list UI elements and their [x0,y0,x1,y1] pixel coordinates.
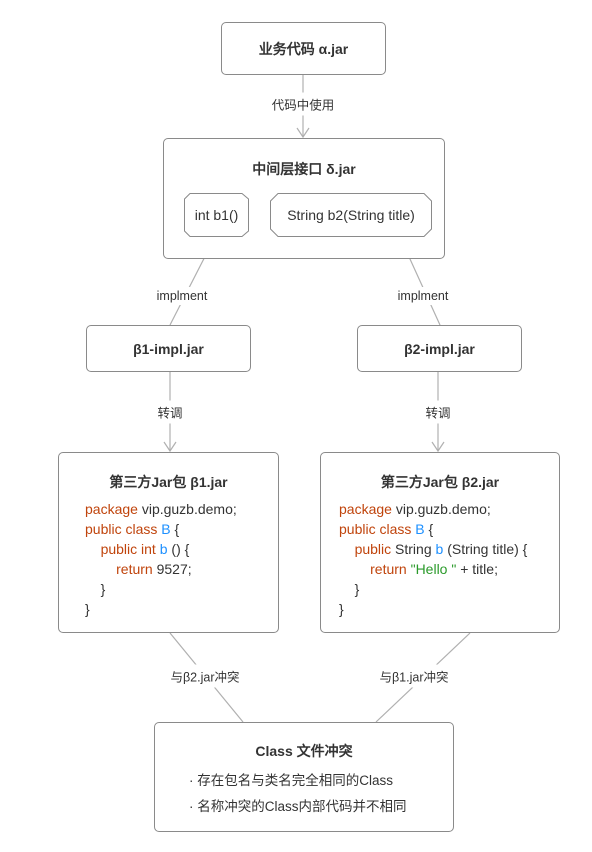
node-title: β2-impl.jar [404,340,475,357]
node-beta2: 第三方Jar包 β2.jar package vip.guzb.demo; pub… [320,452,560,633]
method-b1: int b1() [184,193,249,237]
edge-label-use: 代码中使用 [268,92,338,116]
node-delta: 中间层接口 δ.jar int b1() String b2(String ti… [163,138,445,259]
edge-label-call1: 转调 [154,400,186,424]
node-beta1-impl: β1-impl.jar [86,325,251,372]
diagram: 代码中使用 implment implment 转调 转调 与β2.jar冲突 … [0,0,592,852]
node-conflict: Class 文件冲突 · 存在包名与类名完全相同的Class · 名称冲突的Cl… [154,722,454,832]
edge-label-impl2: implment [394,287,452,305]
node-title: 业务代码 α.jar [258,40,349,57]
node-title: β1-impl.jar [133,340,204,357]
edge-label-call2: 转调 [422,400,454,424]
bullet: · 存在包名与类名完全相同的Class [189,773,394,788]
bullet: · 名称冲突的Class内部代码并不相同 [189,799,407,814]
code-block: package vip.guzb.demo; public class B { p… [339,501,528,617]
node-beta2-impl: β2-impl.jar [357,325,522,372]
node-title: 第三方Jar包 β1.jar [109,474,228,490]
node-title: Class 文件冲突 [255,743,353,759]
node-title: 第三方Jar包 β2.jar [380,474,500,490]
node-beta1: 第三方Jar包 β1.jar package vip.guzb.demo; pub… [58,452,279,633]
edge-label-conf1: 与β2.jar冲突 [167,664,243,688]
node-alpha: 业务代码 α.jar [221,22,386,75]
code-block: package vip.guzb.demo; public class B { p… [85,501,237,617]
node-title: 中间层接口 δ.jar [252,161,356,177]
method-b2: String b2(String title) [270,193,432,237]
edge-label-conf2: 与β1.jar冲突 [376,664,452,688]
edge-label-impl1: implment [153,287,211,305]
